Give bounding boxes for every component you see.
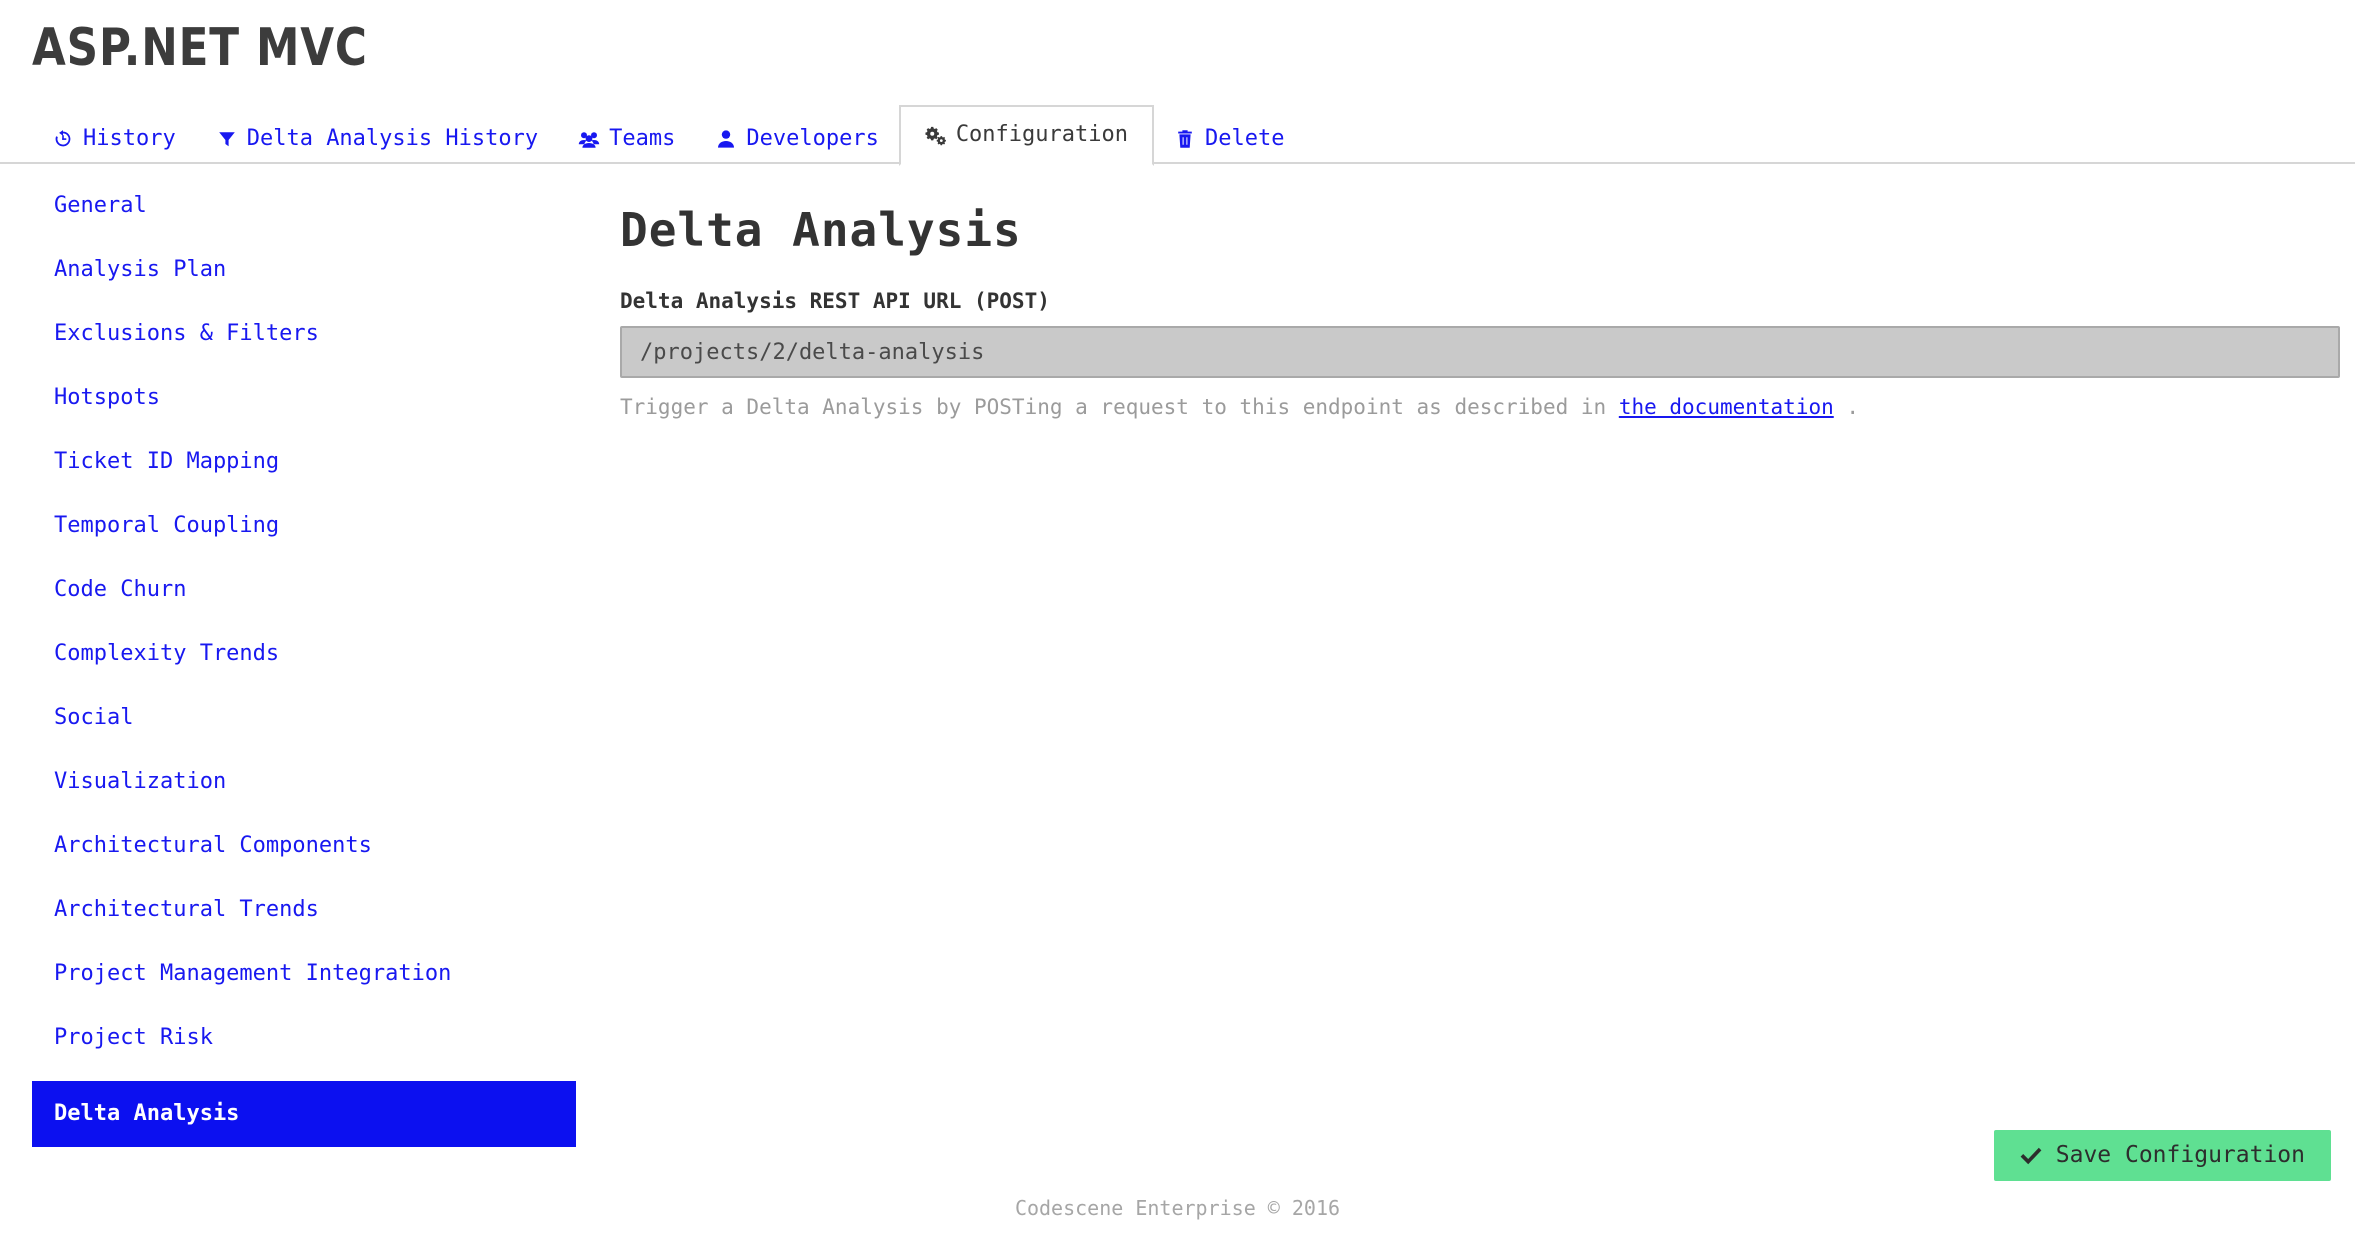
rest-api-url-label: Delta Analysis REST API URL (POST) (620, 289, 1050, 313)
history-icon (52, 128, 74, 150)
sidebar-item-complexity-trends[interactable]: Complexity Trends (32, 633, 568, 675)
tab-label: Developers (746, 126, 879, 151)
tab-delete[interactable]: Delete (1154, 115, 1304, 162)
trash-icon (1174, 128, 1196, 150)
save-button-label: Save Configuration (2055, 1142, 2305, 1168)
tab-label: History (83, 126, 176, 151)
config-sidebar: General Analysis Plan Exclusions & Filte… (0, 185, 600, 1169)
rest-api-url-input[interactable] (620, 326, 2340, 378)
check-icon (2020, 1147, 2042, 1165)
sidebar-item-hotspots[interactable]: Hotspots (32, 377, 568, 419)
sidebar-item-architectural-components[interactable]: Architectural Components (32, 825, 568, 867)
sidebar-item-analysis-plan[interactable]: Analysis Plan (32, 249, 568, 291)
help-prefix-text: Trigger a Delta Analysis by POSTing a re… (620, 395, 1619, 419)
sidebar-item-social[interactable]: Social (32, 697, 568, 739)
tab-label: Delete (1205, 126, 1285, 151)
save-configuration-button[interactable]: Save Configuration (1993, 1130, 2331, 1181)
gears-icon (925, 124, 947, 146)
tab-label: Configuration (955, 122, 1128, 147)
sidebar-item-ticket-id-mapping[interactable]: Ticket ID Mapping (32, 441, 568, 483)
tab-configuration[interactable]: Configuration (898, 105, 1154, 166)
page-title: ASP.NET MVC (32, 18, 368, 78)
sidebar-item-project-risk[interactable]: Project Risk (32, 1017, 568, 1059)
sidebar-item-visualization[interactable]: Visualization (32, 761, 568, 803)
sidebar-item-temporal-coupling[interactable]: Temporal Coupling (32, 505, 568, 547)
tab-label: Teams (609, 126, 676, 151)
tab-history[interactable]: History (32, 115, 196, 162)
sidebar-item-code-churn[interactable]: Code Churn (32, 569, 568, 611)
sidebar-item-architectural-trends[interactable]: Architectural Trends (32, 889, 568, 931)
documentation-link[interactable]: the documentation (1619, 395, 1834, 419)
filter-icon (216, 128, 238, 150)
sidebar-item-general[interactable]: General (32, 185, 568, 227)
main-content: Delta Analysis Delta Analysis REST API U… (620, 185, 2340, 421)
help-suffix-text: . (1833, 395, 1860, 419)
sidebar-item-project-management-integration[interactable]: Project Management Integration (32, 953, 568, 995)
sidebar-item-exclusions-filters[interactable]: Exclusions & Filters (32, 313, 568, 355)
tab-label: Delta Analysis History (246, 126, 539, 151)
tab-delta-analysis-history[interactable]: Delta Analysis History (196, 115, 558, 162)
sidebar-item-delta-analysis[interactable]: Delta Analysis (32, 1081, 576, 1147)
tab-list: History Delta Analysis History Teams Dev… (32, 104, 1304, 166)
user-icon (715, 128, 737, 150)
tab-developers[interactable]: Developers (695, 115, 898, 162)
users-icon (578, 128, 600, 150)
section-title: Delta Analysis (620, 203, 1022, 257)
rest-api-url-help: Trigger a Delta Analysis by POSTing a re… (620, 394, 2340, 421)
tab-teams[interactable]: Teams (558, 115, 695, 162)
footer: Codescene Enterprise © 2016 (1014, 1196, 1341, 1220)
tab-bar: History Delta Analysis History Teams Dev… (0, 104, 2355, 166)
